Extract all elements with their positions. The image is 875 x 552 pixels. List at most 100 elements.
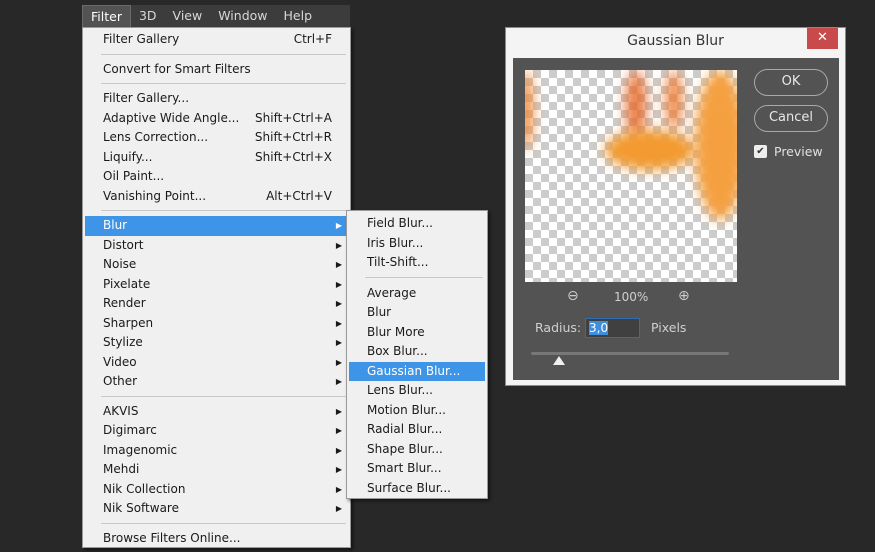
menu-item-shortcut: Alt+Ctrl+V [266, 188, 332, 203]
radius-label: Radius: [535, 320, 582, 335]
submenu-arrow-icon: ▶ [335, 465, 342, 474]
menu-item-label: Mehdi [103, 462, 140, 476]
zoom-in-icon[interactable]: ⊕ [678, 288, 690, 304]
menu-item-blur[interactable]: Blur ▶ [85, 216, 348, 236]
menu-item-digimarc[interactable]: Digimarc ▶ [85, 421, 348, 441]
menu-item-tilt-shift[interactable]: Tilt-Shift... [349, 253, 485, 273]
menu-item-akvis[interactable]: AKVIS ▶ [85, 402, 348, 422]
radius-slider[interactable] [531, 352, 729, 355]
menu-item-surface-blur[interactable]: Surface Blur... [349, 479, 485, 499]
menu-item-render[interactable]: Render ▶ [85, 294, 348, 314]
menu-item-label: Filter Gallery [103, 32, 180, 46]
radius-input[interactable]: 3,0 [585, 318, 640, 338]
menu-item-label: Lens Blur... [367, 383, 433, 397]
menu-item-blur[interactable]: Blur [349, 303, 485, 323]
menu-item-label: Stylize [103, 335, 143, 349]
menu-item-label: Box Blur... [367, 344, 428, 358]
radius-unit: Pixels [651, 320, 687, 335]
menu-item-label: Shape Blur... [367, 441, 443, 456]
menu-item-liquify[interactable]: Liquify... Shift+Ctrl+X [85, 148, 348, 168]
menu-item-filter-gallery[interactable]: Filter Gallery... [85, 89, 348, 109]
menu-item-label: Filter Gallery... [103, 91, 190, 105]
menu-item-shortcut: Ctrl+F [293, 32, 332, 46]
menu-item-label: Render [103, 296, 146, 310]
submenu-arrow-icon: ▶ [335, 484, 342, 494]
menu-bar: Filter 3D View Window Help [82, 5, 350, 27]
menu-item-pixelate[interactable]: Pixelate ▶ [85, 275, 348, 295]
menu-item-label: Imagenomic [103, 442, 178, 457]
menu-item-nik-collection[interactable]: Nik Collection ▶ [85, 480, 348, 500]
gaussian-blur-dialog: Gaussian Blur ✕ OK Cancel ✔ Preview ⊖ 10… [505, 27, 846, 386]
close-button[interactable]: ✕ [807, 28, 838, 49]
submenu-arrow-icon: ▶ [335, 377, 342, 386]
menu-item-distort[interactable]: Distort ▶ [85, 236, 348, 256]
menu-item-nik-software[interactable]: Nik Software ▶ [85, 499, 348, 519]
menu-item-label: Nik Collection [103, 481, 186, 496]
cancel-button[interactable]: Cancel [754, 105, 828, 132]
submenu-arrow-icon: ▶ [335, 445, 342, 455]
menu-item-gaussian-blur[interactable]: Gaussian Blur... [349, 361, 485, 381]
checkmark-icon: ✔ [754, 145, 767, 158]
menu-item-label: Liquify... [103, 149, 153, 164]
menu-item-motion-blur[interactable]: Motion Blur... [349, 401, 485, 421]
submenu-arrow-icon: ▶ [335, 357, 342, 367]
menu-item-label: Tilt-Shift... [367, 255, 429, 269]
menu-item-browse-filters-online[interactable]: Browse Filters Online... [85, 529, 348, 549]
preview-label: Preview [774, 144, 823, 159]
menu-item-label: AKVIS [103, 403, 139, 418]
menu-item-noise[interactable]: Noise ▶ [85, 255, 348, 275]
menu-item-label: Surface Blur... [367, 480, 451, 495]
menu-item-mehdi[interactable]: Mehdi ▶ [85, 460, 348, 480]
menu-item-oil-paint[interactable]: Oil Paint... [85, 167, 348, 187]
submenu-arrow-icon: ▶ [335, 221, 342, 230]
menu-item-radial-blur[interactable]: Radial Blur... [349, 420, 485, 440]
menu-item-label: Video [103, 354, 137, 369]
menu-item-label: Nik Software [103, 501, 179, 515]
menu-help[interactable]: Help [276, 5, 321, 27]
menu-item-lens-blur[interactable]: Lens Blur... [349, 381, 485, 401]
menu-item-label: Adaptive Wide Angle... [103, 110, 240, 125]
menu-separator [349, 273, 485, 284]
submenu-arrow-icon: ▶ [335, 338, 342, 347]
menu-window[interactable]: Window [210, 5, 275, 27]
menu-item-box-blur[interactable]: Box Blur... [349, 342, 485, 362]
menu-item-smart-blur[interactable]: Smart Blur... [349, 459, 485, 479]
menu-item-iris-blur[interactable]: Iris Blur... [349, 234, 485, 254]
zoom-level: 100% [614, 290, 649, 304]
menu-item-label: Convert for Smart Filters [103, 61, 251, 76]
menu-item-label: Smart Blur... [367, 461, 442, 475]
blur-submenu: Field Blur... Iris Blur... Tilt-Shift... Av… [346, 210, 488, 499]
ok-button[interactable]: OK [754, 69, 828, 96]
menu-item-label: Vanishing Point... [103, 188, 207, 203]
menu-item-label: Radial Blur... [367, 422, 443, 436]
preview-image[interactable] [525, 70, 737, 282]
menu-view[interactable]: View [165, 5, 211, 27]
menu-item-vanishing-point[interactable]: Vanishing Point... Alt+Ctrl+V [85, 187, 348, 207]
menu-filter[interactable]: Filter [82, 5, 131, 27]
submenu-arrow-icon: ▶ [335, 406, 342, 416]
menu-item-other[interactable]: Other ▶ [85, 372, 348, 392]
submenu-arrow-icon: ▶ [335, 318, 342, 328]
menu-item-label: Distort [103, 237, 144, 252]
menu-item-stylize[interactable]: Stylize ▶ [85, 333, 348, 353]
menu-separator [85, 79, 348, 89]
zoom-out-icon[interactable]: ⊖ [567, 288, 579, 304]
menu-item-blur-more[interactable]: Blur More [349, 323, 485, 343]
preview-checkbox[interactable]: ✔ Preview [754, 144, 823, 159]
menu-item-shortcut: Shift+Ctrl+A [255, 110, 332, 125]
menu-3d[interactable]: 3D [131, 5, 165, 27]
menu-item-imagenomic[interactable]: Imagenomic ▶ [85, 441, 348, 461]
menu-item-label: Other [103, 374, 138, 388]
menu-item-lens-correction[interactable]: Lens Correction... Shift+Ctrl+R [85, 128, 348, 148]
menu-item-filter-gallery[interactable]: Filter Gallery Ctrl+F [85, 30, 348, 50]
menu-item-field-blur[interactable]: Field Blur... [349, 214, 485, 234]
menu-item-shape-blur[interactable]: Shape Blur... [349, 440, 485, 460]
menu-item-average[interactable]: Average [349, 284, 485, 304]
menu-item-sharpen[interactable]: Sharpen ▶ [85, 314, 348, 334]
menu-item-convert-for-smart-filters[interactable]: Convert for Smart Filters [85, 60, 348, 80]
submenu-arrow-icon: ▶ [335, 299, 342, 308]
radius-slider-thumb[interactable] [552, 356, 565, 365]
menu-item-video[interactable]: Video ▶ [85, 353, 348, 373]
menu-item-label: Average [367, 285, 417, 300]
menu-item-adaptive-wide-angle[interactable]: Adaptive Wide Angle... Shift+Ctrl+A [85, 109, 348, 129]
